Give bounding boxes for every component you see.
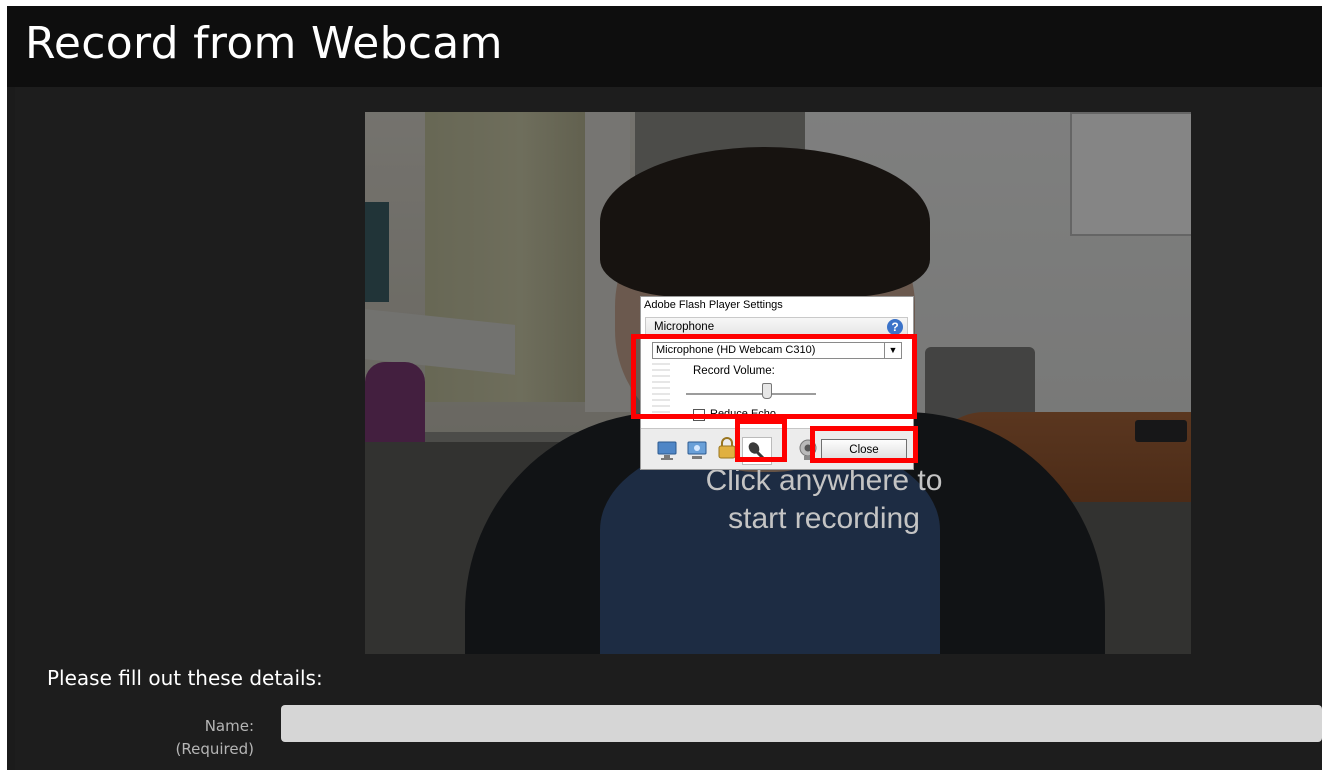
name-required-label: (Required) <box>175 740 254 758</box>
prompt-line-2: start recording <box>728 502 920 535</box>
privacy-icon[interactable] <box>653 437 681 463</box>
title-bar: Record from Webcam <box>7 6 1322 87</box>
flash-dialog-title: Adobe Flash Player Settings <box>644 299 783 311</box>
annotation-microphone-settings <box>631 334 917 419</box>
start-recording-prompt[interactable]: Click anywhere to start recording <box>365 462 1191 538</box>
display-icon[interactable] <box>683 437 711 463</box>
annotation-close-button <box>810 426 918 463</box>
annotation-microphone-tab <box>735 419 787 462</box>
page-title: Record from Webcam <box>25 18 503 69</box>
form-heading: Please fill out these details: <box>47 666 323 690</box>
section-label: Microphone <box>654 321 715 333</box>
name-label: Name: <box>204 717 254 735</box>
question-circle-icon[interactable]: ? <box>887 319 903 335</box>
name-input[interactable] <box>281 705 1322 742</box>
